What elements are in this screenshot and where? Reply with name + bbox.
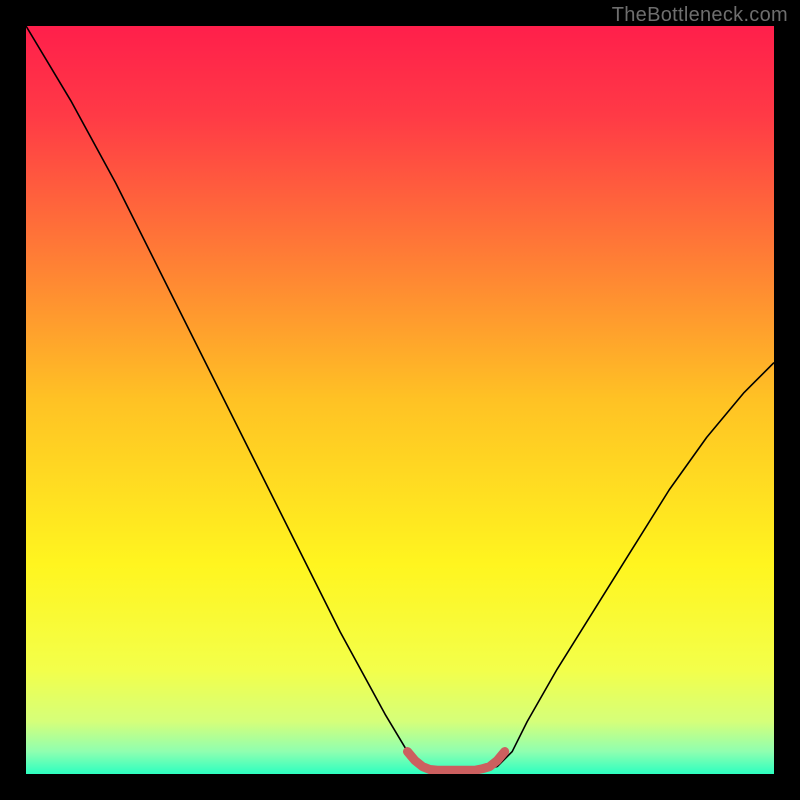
chart-frame: TheBottleneck.com	[0, 0, 800, 800]
chart-svg	[26, 26, 774, 774]
gradient-backdrop	[26, 26, 774, 774]
watermark-text: TheBottleneck.com	[612, 4, 788, 27]
chart-plot-area	[26, 26, 774, 774]
